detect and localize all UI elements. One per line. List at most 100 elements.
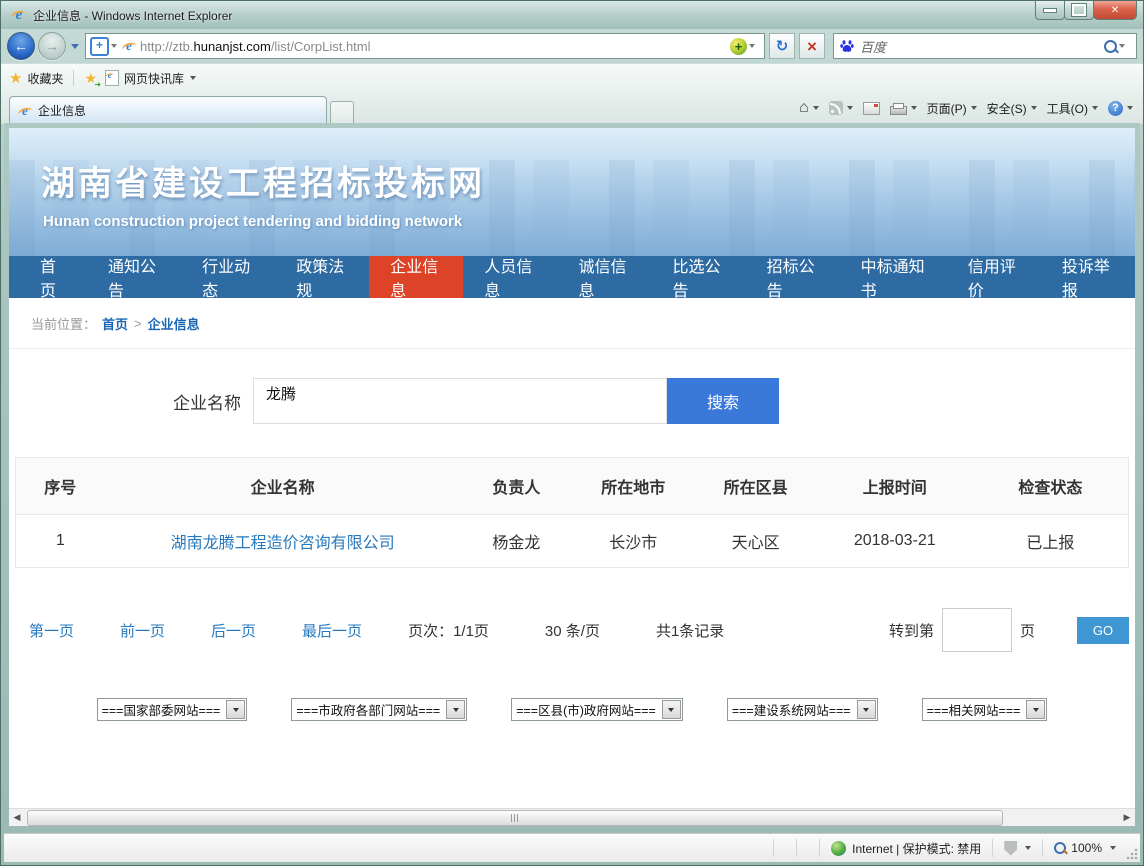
search-icon[interactable] — [1104, 40, 1117, 53]
col-principal: 负责人 — [461, 458, 572, 515]
cell-check-status: 已上报 — [973, 515, 1129, 568]
print-button[interactable] — [890, 102, 917, 115]
recent-pages-dropdown-icon[interactable] — [71, 44, 79, 49]
mail-icon — [863, 102, 880, 115]
nav-comparison[interactable]: 比选公告 — [652, 256, 746, 298]
nav-personnel[interactable]: 人员信息 — [463, 256, 557, 298]
help-button[interactable]: ? — [1108, 101, 1133, 116]
favorites-button[interactable]: 收藏夹 — [27, 70, 63, 87]
select-district-gov-sites[interactable]: ===区县(市)政府网站=== — [511, 698, 683, 721]
dropdown-button[interactable] — [857, 700, 876, 719]
scroll-left-arrow-icon[interactable]: ◀ — [9, 812, 25, 823]
favorites-bar: ★ 收藏夹 ★ e 网页快讯库 — [1, 63, 1143, 92]
minimize-button[interactable] — [1035, 1, 1065, 20]
nav-credit-eval[interactable]: 信用评价 — [947, 256, 1041, 298]
select-city-dept-sites[interactable]: ===市政府各部门网站=== — [291, 698, 467, 721]
goto-page-input[interactable] — [942, 608, 1012, 652]
tools-menu-button[interactable]: 工具(O) — [1047, 100, 1098, 117]
ie-logo-icon: e — [11, 7, 27, 23]
compatibility-dropdown-icon[interactable] — [111, 44, 117, 48]
nav-home[interactable]: 首页 — [19, 256, 87, 298]
dropdown-button[interactable] — [662, 700, 681, 719]
total-records-info: 共1条记录 — [656, 620, 724, 641]
go-button[interactable]: GO — [1077, 617, 1129, 644]
dropdown-button[interactable] — [446, 700, 465, 719]
home-button[interactable]: ⌂ — [799, 99, 819, 117]
dropdown-button[interactable] — [1026, 700, 1045, 719]
friend-links: ===国家部委网站=== ===市政府各部门网站=== ===区县(市)政府网站… — [9, 698, 1135, 721]
dropdown-button[interactable] — [226, 700, 245, 719]
chevron-down-icon — [1033, 708, 1039, 712]
forward-button[interactable]: → — [38, 32, 66, 60]
stop-button[interactable]: × — [799, 33, 825, 59]
table-header-row: 序号 企业名称 负责人 所在地市 所在区县 上报时间 检查状态 — [16, 458, 1129, 515]
cell-index: 1 — [16, 515, 105, 568]
browser-search-box[interactable]: 百度 — [833, 33, 1137, 59]
nav-notices[interactable]: 通知公告 — [87, 256, 181, 298]
nav-complaints[interactable]: 投诉举报 — [1041, 256, 1135, 298]
refresh-button[interactable]: ↻ — [769, 33, 795, 59]
next-page-link[interactable]: 后一页 — [211, 620, 256, 641]
corp-name-label: 企业名称 — [173, 389, 241, 414]
site-subtitle: Hunan construction project tendering and… — [43, 213, 1135, 230]
nav-policy[interactable]: 政策法规 — [275, 256, 369, 298]
resize-grip[interactable] — [1126, 848, 1138, 860]
select-national-sites[interactable]: ===国家部委网站=== — [97, 698, 248, 721]
col-index: 序号 — [16, 458, 105, 515]
divider — [796, 839, 797, 857]
breadcrumb-home-link[interactable]: 首页 — [102, 314, 128, 333]
add-favorite-icon[interactable]: ★ — [84, 70, 97, 87]
web-slices-dropdown-icon[interactable] — [190, 76, 196, 80]
site-banner: 湖南省建设工程招标投标网 Hunan construction project … — [9, 128, 1135, 256]
select-construction-sites[interactable]: ===建设系统网站=== — [727, 698, 878, 721]
url-text[interactable]: http://ztb.hunanjst.com/list/CorpList.ht… — [140, 39, 730, 54]
search-dropdown-icon[interactable] — [1119, 44, 1125, 48]
scrollbar-thumb[interactable] — [27, 810, 1003, 826]
search-button[interactable]: 搜索 — [667, 378, 779, 424]
smartscreen-shield-icon[interactable] — [1004, 841, 1017, 856]
tab-label: 企业信息 — [38, 102, 86, 119]
zoom-control[interactable]: 100% — [1054, 841, 1116, 855]
last-page-link[interactable]: 最后一页 — [302, 620, 362, 641]
nav-corp-info[interactable]: 企业信息 — [369, 252, 463, 298]
addon-icon[interactable]: + — [730, 38, 747, 55]
zoom-dropdown-icon[interactable] — [1110, 846, 1116, 850]
scroll-right-arrow-icon[interactable]: ▶ — [1119, 812, 1135, 823]
nav-credit-info[interactable]: 诚信信息 — [557, 256, 651, 298]
chevron-down-icon — [233, 708, 239, 712]
maximize-button[interactable] — [1064, 1, 1094, 20]
browser-window: e 企业信息 - Windows Internet Explorer ✕ ← →… — [0, 0, 1144, 866]
web-slices-button[interactable]: 网页快讯库 — [124, 70, 184, 87]
rss-icon — [829, 101, 843, 115]
compatibility-view-icon[interactable]: + — [90, 37, 109, 56]
col-district: 所在区县 — [694, 458, 816, 515]
scrollbar-track[interactable] — [25, 809, 1119, 826]
address-bar[interactable]: + e http://ztb.hunanjst.com/list/CorpLis… — [85, 33, 765, 59]
read-mail-button[interactable] — [863, 102, 880, 115]
tab-corp-info[interactable]: e 企业信息 — [9, 96, 327, 124]
prev-page-link[interactable]: 前一页 — [120, 620, 165, 641]
first-page-link[interactable]: 第一页 — [29, 620, 74, 641]
chevron-down-icon — [668, 708, 674, 712]
corp-name-input[interactable] — [253, 378, 667, 424]
scrollbar-grip-icon — [514, 814, 515, 822]
safety-menu-button[interactable]: 安全(S) — [987, 100, 1037, 117]
favorites-star-icon: ★ — [9, 69, 22, 87]
new-tab-button[interactable] — [330, 101, 354, 124]
nav-industry[interactable]: 行业动态 — [181, 256, 275, 298]
breadcrumb-label: 当前位置： — [31, 314, 96, 333]
corp-name-link[interactable]: 湖南龙腾工程造价咨询有限公司 — [171, 535, 395, 552]
smartscreen-dropdown-icon[interactable] — [1025, 846, 1031, 850]
close-button[interactable]: ✕ — [1093, 1, 1137, 20]
horizontal-scrollbar[interactable]: ◀ ▶ — [9, 808, 1135, 826]
back-button[interactable]: ← — [7, 32, 35, 60]
cell-principal: 杨金龙 — [461, 515, 572, 568]
feeds-button[interactable] — [829, 101, 853, 115]
addon-dropdown-icon[interactable] — [749, 44, 755, 48]
nav-bidding[interactable]: 招标公告 — [746, 256, 840, 298]
breadcrumb-current-link[interactable]: 企业信息 — [148, 314, 200, 333]
nav-award-notice[interactable]: 中标通知书 — [840, 256, 947, 298]
page-menu-button[interactable]: 页面(P) — [927, 100, 977, 117]
divider — [1042, 839, 1043, 857]
select-related-sites[interactable]: ===相关网站=== — [922, 698, 1048, 721]
